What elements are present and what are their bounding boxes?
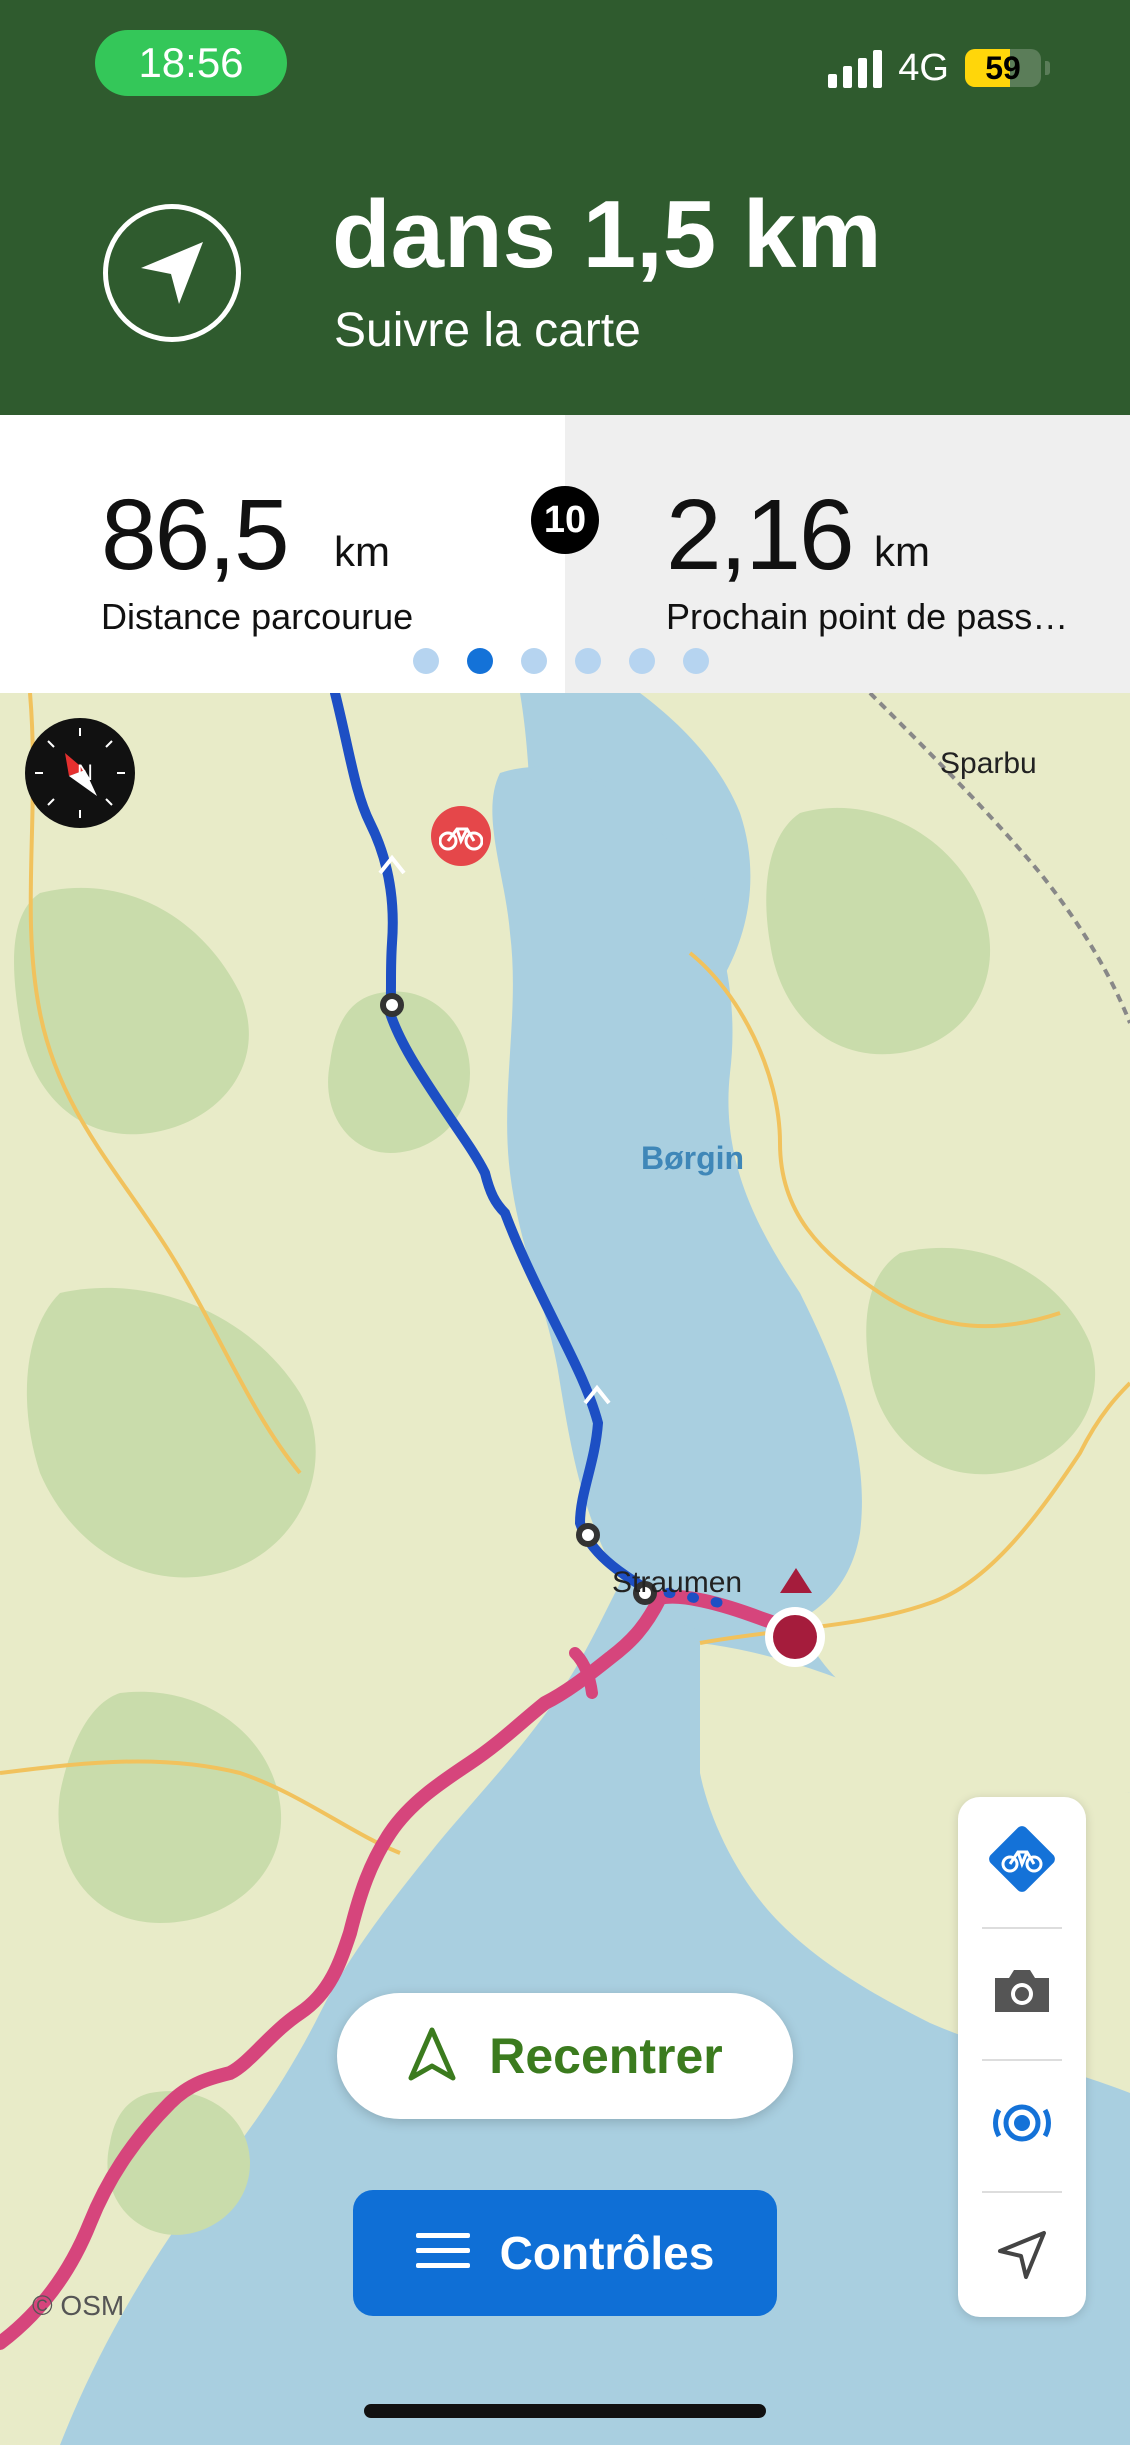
distance-travelled-value: 86,5 — [101, 479, 290, 591]
distance-travelled-label: Distance parcourue — [101, 596, 414, 637]
home-indicator[interactable] — [364, 2404, 766, 2418]
map-side-toolbar — [958, 1797, 1086, 2317]
map-label-borgin: Børgin — [641, 1140, 745, 1176]
signal-strength-icon — [828, 48, 883, 88]
recenter-label: Recentrer — [489, 2028, 723, 2084]
page-dot[interactable] — [683, 648, 709, 674]
compass-icon[interactable]: N — [25, 718, 135, 828]
live-tracking-button[interactable] — [958, 2061, 1086, 2189]
status-time: 18:56 — [95, 30, 287, 96]
page-dot[interactable] — [521, 648, 547, 674]
map-label-sparbu: Sparbu — [940, 747, 1037, 780]
controls-button[interactable]: Contrôles — [353, 2190, 777, 2316]
waypoint-number-badge: 10 — [531, 486, 599, 554]
page-dot[interactable] — [413, 648, 439, 674]
navigation-arrow-icon — [103, 204, 241, 342]
recenter-arrow-icon — [407, 2026, 457, 2087]
controls-label: Contrôles — [499, 2227, 715, 2279]
page-dot[interactable] — [629, 648, 655, 674]
battery-icon: 59 — [965, 49, 1041, 87]
camera-icon — [991, 1966, 1053, 2021]
location-arrow-icon — [994, 2227, 1050, 2288]
network-type: 4G — [898, 46, 949, 89]
svg-text:N: N — [77, 760, 93, 785]
distance-travelled-unit: km — [334, 528, 390, 575]
map-label-straumen: Straumen — [612, 1566, 743, 1599]
page-dot[interactable] — [467, 648, 493, 674]
bike-profile-button[interactable] — [958, 1797, 1086, 1925]
page-indicator[interactable] — [413, 648, 709, 674]
camera-button[interactable] — [958, 1929, 1086, 2057]
map-attribution[interactable]: © OSM — [32, 2290, 124, 2322]
bike-profile-icon — [979, 1816, 1065, 1907]
next-waypoint-label: Prochain point de pass… — [666, 596, 1069, 637]
battery-level: 59 — [985, 49, 1021, 86]
broadcast-icon — [991, 2092, 1053, 2159]
page-dot[interactable] — [575, 648, 601, 674]
bike-poi-icon[interactable] — [431, 806, 491, 866]
navigation-header: 18:56 4G 59 dans 1,5 km Suivre la carte — [0, 0, 1130, 415]
recenter-button[interactable]: Recentrer — [337, 1993, 793, 2119]
next-waypoint-value: 2,16 — [666, 479, 855, 591]
next-waypoint-unit: km — [874, 528, 930, 575]
status-indicators: 4G 59 — [828, 46, 1050, 89]
menu-icon — [415, 2231, 470, 2276]
location-button[interactable] — [958, 2193, 1086, 2321]
turn-instruction: Suivre la carte — [334, 304, 641, 357]
distance-to-next: dans 1,5 km — [332, 181, 882, 288]
